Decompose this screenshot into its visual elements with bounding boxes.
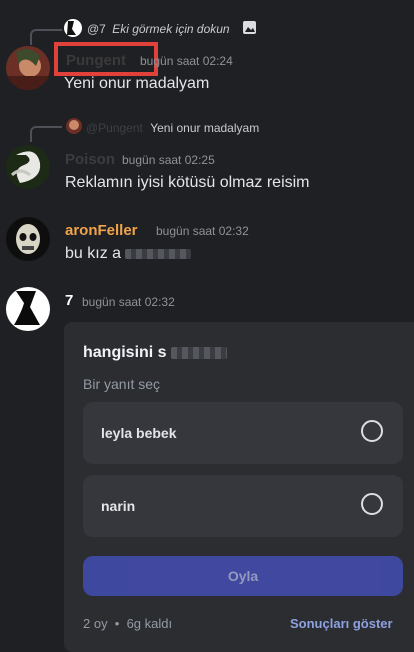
username[interactable]: aronFeller <box>65 222 138 239</box>
show-results-link[interactable]: Sonuçları göster <box>290 616 393 631</box>
vote-button[interactable]: Oyla <box>83 556 403 596</box>
message-text: Yeni onur madalyam <box>64 75 210 92</box>
radio-button[interactable] <box>361 420 383 442</box>
username[interactable]: 7 <box>65 292 73 309</box>
reply-author-avatar[interactable] <box>64 19 82 37</box>
message-text: Reklamın iyisi kötüsü olmaz reisim <box>65 174 310 191</box>
reply-text: Eki görmek için dokun <box>112 22 230 36</box>
user-avatar-poison[interactable] <box>6 145 50 189</box>
poll-card: hangisini s Bir yanıt seç leyla bebek na… <box>64 322 414 652</box>
timestamp: bugün saat 02:32 <box>82 295 175 309</box>
poll-option-label: narin <box>101 498 136 514</box>
poll-question: hangisini s <box>83 344 228 362</box>
reply-connector <box>30 126 62 142</box>
timestamp: bugün saat 02:24 <box>140 54 233 68</box>
timestamp: bugün saat 02:25 <box>122 153 215 167</box>
reply-author: @7 <box>87 22 106 36</box>
reply-author-avatar[interactable] <box>66 118 82 134</box>
reply-preview[interactable]: @7 Eki görmek için dokun <box>87 22 230 36</box>
user-avatar-pungent[interactable] <box>6 46 50 90</box>
vote-button-label: Oyla <box>227 568 259 584</box>
reply-author: @Pungent <box>86 121 143 135</box>
radio-button[interactable] <box>361 493 383 515</box>
image-attachment-icon <box>243 21 256 34</box>
user-avatar-aronfeller[interactable] <box>6 217 50 261</box>
poll-option-leyla-bebek[interactable]: leyla bebek <box>83 402 403 464</box>
username[interactable]: Pungent <box>66 52 126 69</box>
username[interactable]: Poison <box>65 151 115 168</box>
redacted-text <box>125 248 192 259</box>
reply-preview[interactable]: @Pungent Yeni onur madalyam <box>86 121 259 135</box>
user-avatar-7[interactable] <box>6 287 50 331</box>
message-text-visible: bu kız a <box>65 245 122 262</box>
redacted-text <box>171 346 228 359</box>
message-text: bu kız a <box>65 245 192 263</box>
poll-hint: Bir yanıt seç <box>83 376 161 392</box>
poll-option-narin[interactable]: narin <box>83 475 403 537</box>
poll-option-label: leyla bebek <box>101 425 177 441</box>
poll-footer-meta: 2 oy • 6g kaldı <box>83 616 173 631</box>
timestamp: bugün saat 02:32 <box>156 224 249 238</box>
reply-text: Yeni onur madalyam <box>150 121 260 135</box>
poll-question-visible: hangisini s <box>83 344 167 361</box>
